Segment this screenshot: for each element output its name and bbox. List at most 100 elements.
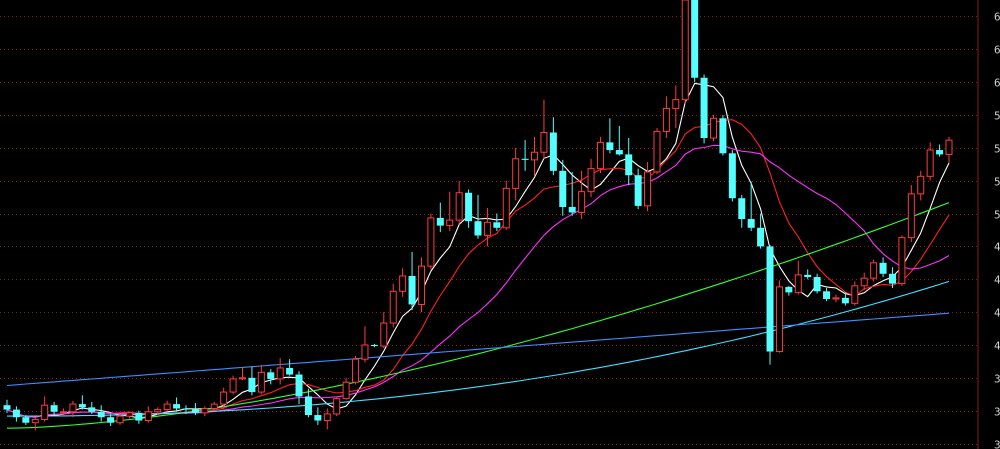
candle-body: [154, 409, 162, 413]
candle: [163, 400, 171, 412]
price-tick-label: 3: [994, 373, 1000, 386]
candle: [41, 396, 49, 422]
candle-body: [286, 367, 294, 375]
candle: [596, 136, 604, 174]
candle-body: [728, 153, 736, 199]
candle: [662, 96, 670, 138]
candle: [823, 288, 831, 302]
candle: [898, 235, 906, 286]
candle: [380, 312, 388, 349]
candle-body: [267, 372, 275, 379]
candle-body: [615, 150, 623, 155]
price-tick-label: 5: [994, 176, 1000, 189]
candle-body: [3, 405, 11, 410]
candle: [719, 114, 727, 156]
candle: [691, 0, 699, 83]
candle: [295, 371, 303, 405]
candle-body: [907, 193, 915, 239]
candle: [239, 366, 246, 381]
candle-body: [766, 246, 774, 352]
candle-body: [681, 0, 689, 101]
candle-body: [163, 403, 171, 411]
candle-body: [634, 175, 642, 206]
candle-body: [804, 274, 812, 278]
price-tick-label: 5: [994, 110, 1000, 123]
candle: [323, 408, 331, 430]
candle: [917, 170, 925, 201]
candle-body: [408, 275, 416, 305]
candle-body: [841, 297, 849, 304]
candle: [615, 125, 623, 156]
candle-body: [813, 277, 821, 292]
candle-body: [295, 374, 303, 397]
candle: [69, 400, 77, 418]
candle-body: [747, 219, 755, 228]
candles: [3, 0, 953, 431]
candle-body: [794, 274, 802, 293]
candle-body: [333, 398, 341, 415]
candle-body: [97, 411, 105, 418]
candle-body: [144, 411, 152, 422]
candle-body: [12, 409, 20, 418]
candle-body: [653, 130, 661, 173]
candle-body: [427, 217, 435, 267]
candle-body: [606, 142, 614, 151]
candle: [672, 85, 680, 129]
candle-body: [342, 381, 350, 400]
candle: [455, 180, 463, 225]
candle: [587, 158, 595, 198]
candle: [785, 285, 793, 296]
candle-body: [917, 175, 925, 195]
candle-body: [757, 227, 765, 247]
candle: [794, 260, 802, 295]
candle: [352, 355, 360, 385]
candle: [333, 396, 341, 417]
candle: [97, 405, 105, 422]
price-axis: 6 6 6 5 5 5 5 4 4 4 4 3 3 3: [994, 11, 1000, 449]
price-tick-label: 4: [994, 274, 1000, 287]
candle: [879, 257, 887, 278]
price-tick-label: 3: [994, 406, 1000, 419]
candle-body: [135, 412, 143, 421]
candle: [201, 406, 209, 417]
candle: [286, 359, 294, 376]
candle: [60, 408, 68, 414]
price-tick-label: 6: [994, 44, 1000, 57]
candle-body: [41, 404, 49, 420]
candle: [257, 364, 265, 395]
candle-body: [775, 286, 783, 353]
candle-body: [625, 154, 633, 176]
candle-body: [719, 118, 727, 154]
candle-body: [691, 0, 699, 78]
candle-body: [888, 273, 896, 284]
candle-body: [549, 132, 557, 171]
candle-body: [352, 358, 360, 383]
candle: [710, 114, 717, 142]
candle-body: [502, 187, 510, 229]
candle-body: [710, 117, 717, 139]
candle: [531, 136, 539, 177]
candle-body: [389, 290, 397, 324]
candle: [700, 74, 708, 144]
candle: [474, 194, 482, 239]
candle-body: [436, 217, 444, 226]
candle-body: [380, 322, 388, 347]
candle: [549, 117, 557, 176]
candle: [502, 180, 510, 230]
candle: [389, 283, 397, 328]
candle-body: [945, 139, 953, 155]
price-tick-label: 4: [994, 307, 1000, 320]
candle: [267, 369, 275, 385]
candle: [107, 413, 115, 427]
candle: [399, 268, 407, 297]
ma250-line: [6, 312, 950, 387]
candle: [653, 128, 661, 175]
candle-body: [559, 170, 567, 207]
candle-body: [926, 149, 934, 177]
candle-body: [521, 158, 529, 160]
candle: [936, 144, 944, 157]
candle: [870, 259, 878, 282]
candle: [276, 358, 284, 385]
candle: [540, 99, 548, 159]
candle: [342, 377, 350, 400]
